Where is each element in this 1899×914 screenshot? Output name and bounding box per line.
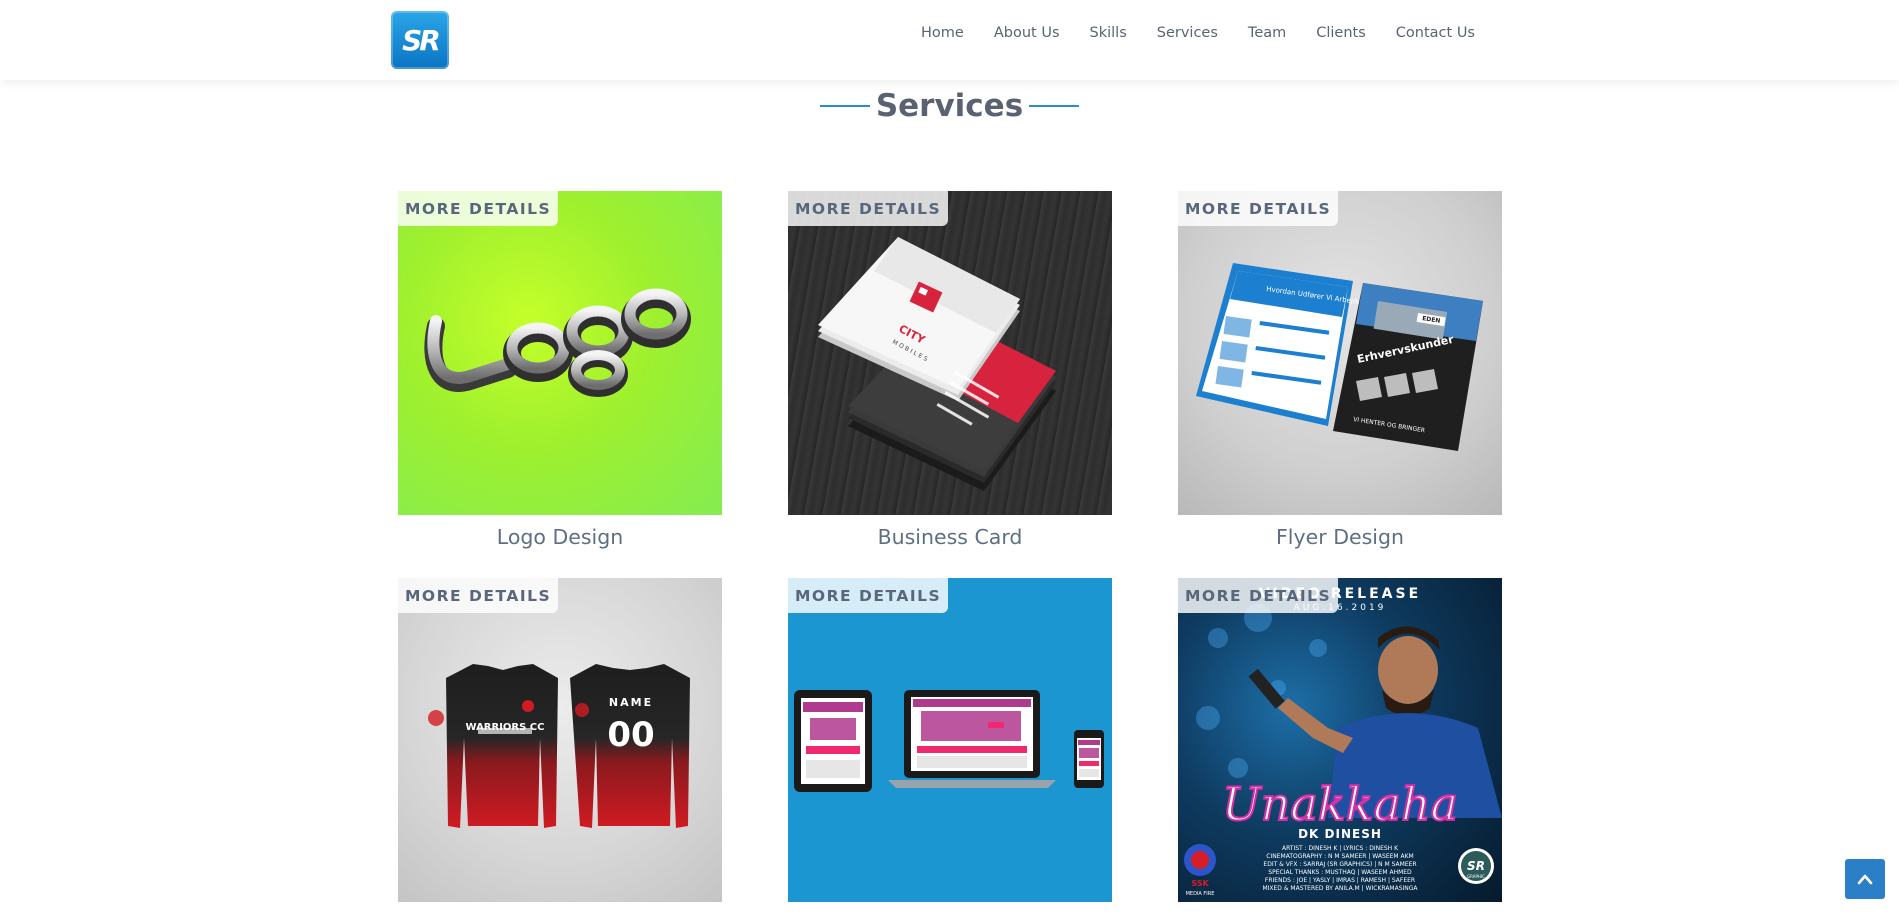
business-card-image[interactable]: CITY MOBILES MORE DETAILS (788, 191, 1112, 515)
jersey-team-text: WARRIORS CC (465, 722, 544, 733)
poster-artist-text: DK DINESH (1298, 827, 1382, 841)
section-header: Services (0, 88, 1899, 124)
service-card-poster: VIDEO RELEASE AUG.16.2019 Unakkaha DK DI… (1178, 578, 1502, 902)
service-card-web-design: MORE DETAILS (788, 578, 1112, 902)
scroll-to-top-button[interactable] (1845, 859, 1885, 899)
nav-about-us[interactable]: About Us (979, 22, 1075, 44)
nav-contact-us[interactable]: Contact Us (1381, 22, 1490, 44)
jersey-name-text: NAME (609, 696, 653, 709)
nav-home[interactable]: Home (906, 22, 979, 44)
nav-clients[interactable]: Clients (1301, 22, 1381, 44)
nav-services[interactable]: Services (1142, 22, 1233, 44)
poster-title-text: Unakkaha (1222, 777, 1458, 831)
more-details-link[interactable]: MORE DETAILS (1178, 191, 1339, 226)
nav-team[interactable]: Team (1233, 22, 1301, 44)
poster-badge-left-sub: MEDIA FIRE (1186, 891, 1215, 897)
title-line-right (1029, 105, 1080, 107)
service-title[interactable]: Flyer Design (1178, 525, 1502, 549)
sr-logo[interactable]: SR (391, 11, 449, 69)
more-details-link[interactable]: MORE DETAILS (788, 191, 949, 226)
top-navbar: SR Home About Us Skills Services Team Cl… (0, 0, 1899, 80)
title-line-left (819, 105, 870, 107)
poster-credits-line: EDIT & VFX : SARRAJ (SR GRAPHICS) | N M … (1263, 861, 1416, 868)
more-details-link[interactable]: MORE DETAILS (398, 191, 559, 226)
nav-skills[interactable]: Skills (1075, 22, 1142, 44)
poster-credits-line: FRIENDS : JOE | YASLY | IMRAS | RAMESH |… (1265, 877, 1415, 884)
business-card-artwork: CITY MOBILES (818, 237, 1056, 491)
more-details-link[interactable]: MORE DETAILS (788, 578, 949, 613)
more-details-link[interactable]: MORE DETAILS (1178, 578, 1339, 613)
web-design-image[interactable]: MORE DETAILS (788, 578, 1112, 902)
logo-3d-artwork (424, 288, 691, 397)
jersey-design-image[interactable]: WARRIORS CC NAME 00 MORE DETAILS (398, 578, 722, 902)
poster-badge-right-text: SR (1467, 859, 1485, 873)
service-title[interactable]: Business Card (788, 525, 1112, 549)
service-card-flyer-design: Hvordan Udfører Vi Arbejdet? EDEN Erhver… (1178, 191, 1502, 549)
flyer-artwork: Hvordan Udfører Vi Arbejdet? EDEN Erhver… (1196, 263, 1483, 451)
poster-credits-line: SPECIAL THANKS : MUSTHAQ | WASEEM AHMED (1268, 869, 1412, 876)
section-title: Services (875, 88, 1024, 124)
main-nav: Home About Us Skills Services Team Clien… (906, 22, 1490, 44)
service-card-logo-design: MORE DETAILS Logo Design (398, 191, 722, 549)
logo-design-image[interactable]: MORE DETAILS (398, 191, 722, 515)
poster-badge-right-sub: GRAPHIC (1467, 874, 1485, 879)
poster-credits-line: ARTIST : DINESH K | LYRICS : DINESH K (1282, 845, 1399, 852)
poster-design-image[interactable]: VIDEO RELEASE AUG.16.2019 Unakkaha DK DI… (1178, 578, 1502, 902)
logo-text: SR (402, 23, 441, 57)
chevron-up-icon (1857, 874, 1873, 885)
more-details-link[interactable]: MORE DETAILS (398, 578, 559, 613)
flyer-design-image[interactable]: Hvordan Udfører Vi Arbejdet? EDEN Erhver… (1178, 191, 1502, 515)
service-card-business-card: CITY MOBILES MORE DETAILS Business Card (788, 191, 1112, 549)
jersey-artwork: WARRIORS CC NAME 00 (428, 664, 690, 828)
poster-credits-line: CINEMATOGRAPHY : N M SAMEER | WASEEM AKM (1266, 853, 1413, 860)
poster-artwork: VIDEO RELEASE AUG.16.2019 Unakkaha DK DI… (1184, 586, 1502, 897)
poster-badge-left-text: SSK (1191, 879, 1209, 888)
service-title[interactable]: Logo Design (398, 525, 722, 549)
responsive-devices-artwork (794, 690, 1104, 792)
jersey-number-text: 00 (607, 715, 654, 755)
service-card-jersey: WARRIORS CC NAME 00 MORE DETAILS (398, 578, 722, 902)
poster-credits-line: MIXED & MASTERED BY ANILA.M | WICKRAMASI… (1262, 885, 1418, 892)
